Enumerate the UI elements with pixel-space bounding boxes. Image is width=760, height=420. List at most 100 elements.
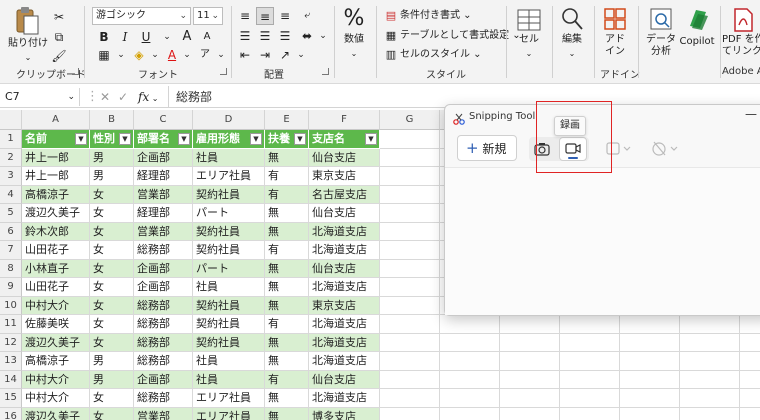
table-cell[interactable]: 女 bbox=[90, 222, 134, 241]
table-header-cell[interactable]: 名前 ▼ bbox=[22, 130, 90, 149]
empty-cell[interactable] bbox=[380, 130, 440, 149]
filter-dropdown-icon[interactable]: ▼ bbox=[75, 133, 87, 145]
table-cell[interactable]: 無 bbox=[265, 296, 309, 315]
empty-cell[interactable] bbox=[560, 315, 620, 334]
table-cell[interactable]: 北海道支店 bbox=[309, 315, 380, 334]
empty-cell[interactable] bbox=[380, 148, 440, 167]
editing-dropdown-icon[interactable]: ⌄ bbox=[566, 48, 578, 60]
empty-cell[interactable] bbox=[560, 407, 620, 420]
table-cell[interactable]: 北海道支店 bbox=[309, 278, 380, 297]
font-shrink-button[interactable]: A bbox=[198, 28, 216, 46]
table-cell[interactable]: 仙台支店 bbox=[309, 148, 380, 167]
name-box[interactable]: C7 ⌄ bbox=[2, 88, 80, 106]
table-cell[interactable]: 無 bbox=[265, 148, 309, 167]
font-size-select[interactable]: 11 ⌄ bbox=[193, 7, 223, 25]
table-cell[interactable]: 男 bbox=[90, 167, 134, 186]
bold-button[interactable]: B bbox=[95, 28, 113, 46]
enter-icon[interactable]: ✓ bbox=[118, 88, 128, 106]
table-cell[interactable]: 契約社員 bbox=[193, 315, 265, 334]
copy-icon[interactable]: ⧉ bbox=[50, 28, 68, 46]
increase-indent-icon[interactable]: ⇥ bbox=[256, 46, 274, 64]
table-cell[interactable]: 東京支店 bbox=[309, 296, 380, 315]
align-middle-icon[interactable]: ≡ bbox=[256, 7, 274, 25]
table-cell[interactable]: 仙台支店 bbox=[309, 204, 380, 223]
row-header[interactable]: 13 bbox=[0, 352, 22, 371]
font-launcher-icon[interactable] bbox=[220, 68, 227, 75]
empty-cell[interactable] bbox=[440, 407, 500, 420]
underline-dropdown-icon[interactable]: ⌄ bbox=[158, 28, 176, 46]
wrap-text-icon[interactable]: ⤶ bbox=[298, 7, 316, 25]
empty-cell[interactable] bbox=[380, 259, 440, 278]
table-cell[interactable]: 鈴木次郎 bbox=[22, 222, 90, 241]
column-header[interactable]: B bbox=[90, 110, 134, 130]
empty-cell[interactable] bbox=[380, 185, 440, 204]
table-cell[interactable]: 有 bbox=[265, 241, 309, 260]
table-cell[interactable]: 女 bbox=[90, 389, 134, 408]
table-cell[interactable]: 高橋涼子 bbox=[22, 352, 90, 371]
empty-cell[interactable] bbox=[680, 315, 740, 334]
table-cell[interactable]: 無 bbox=[265, 389, 309, 408]
empty-cell[interactable] bbox=[380, 370, 440, 389]
row-header[interactable]: 3 bbox=[0, 167, 22, 186]
filter-dropdown-icon[interactable]: ▼ bbox=[178, 133, 190, 145]
table-cell[interactable]: 社員 bbox=[193, 370, 265, 389]
empty-cell[interactable] bbox=[500, 315, 560, 334]
addins-button[interactable]: アド イン bbox=[600, 34, 630, 58]
table-header-cell[interactable]: 支店名 ▼ bbox=[309, 130, 380, 149]
empty-cell[interactable] bbox=[440, 389, 500, 408]
empty-cell[interactable] bbox=[620, 389, 680, 408]
align-bottom-icon[interactable]: ≡ bbox=[276, 7, 294, 25]
empty-cell[interactable] bbox=[380, 315, 440, 334]
clipboard-launcher-icon[interactable] bbox=[72, 68, 79, 75]
table-header-cell[interactable]: 扶養 ▼ bbox=[265, 130, 309, 149]
empty-cell[interactable] bbox=[380, 352, 440, 371]
row-header[interactable]: 16 bbox=[0, 407, 22, 420]
empty-cell[interactable] bbox=[500, 407, 560, 420]
table-cell[interactable]: 総務部 bbox=[134, 333, 193, 352]
number-dropdown-icon[interactable]: ⌄ bbox=[348, 48, 360, 60]
table-cell[interactable]: 中村大介 bbox=[22, 389, 90, 408]
table-cell[interactable]: 中村大介 bbox=[22, 296, 90, 315]
empty-cell[interactable] bbox=[560, 333, 620, 352]
table-cell[interactable]: 渡辺久美子 bbox=[22, 204, 90, 223]
minimize-button[interactable]: — bbox=[745, 107, 757, 121]
table-header-cell[interactable]: 性別 ▼ bbox=[90, 130, 134, 149]
column-header[interactable]: E bbox=[265, 110, 309, 130]
table-cell[interactable]: 男 bbox=[90, 352, 134, 371]
table-cell[interactable]: 社員 bbox=[193, 148, 265, 167]
font-color-dropdown-icon[interactable]: ⌄ bbox=[178, 46, 196, 64]
table-cell[interactable]: 無 bbox=[265, 333, 309, 352]
new-snip-button[interactable]: + 新規 bbox=[457, 135, 517, 161]
table-cell[interactable]: 有 bbox=[265, 185, 309, 204]
table-cell[interactable]: 井上一郎 bbox=[22, 167, 90, 186]
table-cell[interactable]: 総務部 bbox=[134, 315, 193, 334]
insert-function-button[interactable]: fx ⌄ bbox=[138, 88, 158, 108]
empty-cell[interactable] bbox=[620, 370, 680, 389]
table-cell[interactable]: パート bbox=[193, 259, 265, 278]
table-cell[interactable]: 男 bbox=[90, 370, 134, 389]
empty-cell[interactable] bbox=[560, 389, 620, 408]
table-cell[interactable]: 井上一郎 bbox=[22, 148, 90, 167]
table-cell[interactable]: 企画部 bbox=[134, 370, 193, 389]
cancel-icon[interactable]: ✕ bbox=[100, 88, 110, 106]
empty-cell[interactable] bbox=[680, 352, 740, 371]
table-cell[interactable]: 女 bbox=[90, 185, 134, 204]
empty-cell[interactable] bbox=[680, 389, 740, 408]
delay-timer-icon[interactable] bbox=[651, 139, 681, 157]
format-as-table-button[interactable]: テーブルとして書式設定 ⌄ bbox=[400, 28, 521, 44]
column-header[interactable]: A bbox=[22, 110, 90, 130]
empty-cell[interactable] bbox=[560, 352, 620, 371]
column-header[interactable]: C bbox=[134, 110, 193, 130]
align-center-icon[interactable]: ☰ bbox=[256, 27, 274, 45]
empty-cell[interactable] bbox=[620, 352, 680, 371]
table-cell[interactable]: 北海道支店 bbox=[309, 352, 380, 371]
table-cell[interactable]: 社員 bbox=[193, 278, 265, 297]
table-cell[interactable]: エリア社員 bbox=[193, 389, 265, 408]
empty-cell[interactable] bbox=[380, 333, 440, 352]
table-cell[interactable]: 有 bbox=[265, 370, 309, 389]
table-cell[interactable]: 総務部 bbox=[134, 241, 193, 260]
filter-dropdown-icon[interactable]: ▼ bbox=[294, 133, 306, 145]
row-header[interactable]: 4 bbox=[0, 185, 22, 204]
table-cell[interactable]: 無 bbox=[265, 204, 309, 223]
table-cell[interactable]: 有 bbox=[265, 315, 309, 334]
